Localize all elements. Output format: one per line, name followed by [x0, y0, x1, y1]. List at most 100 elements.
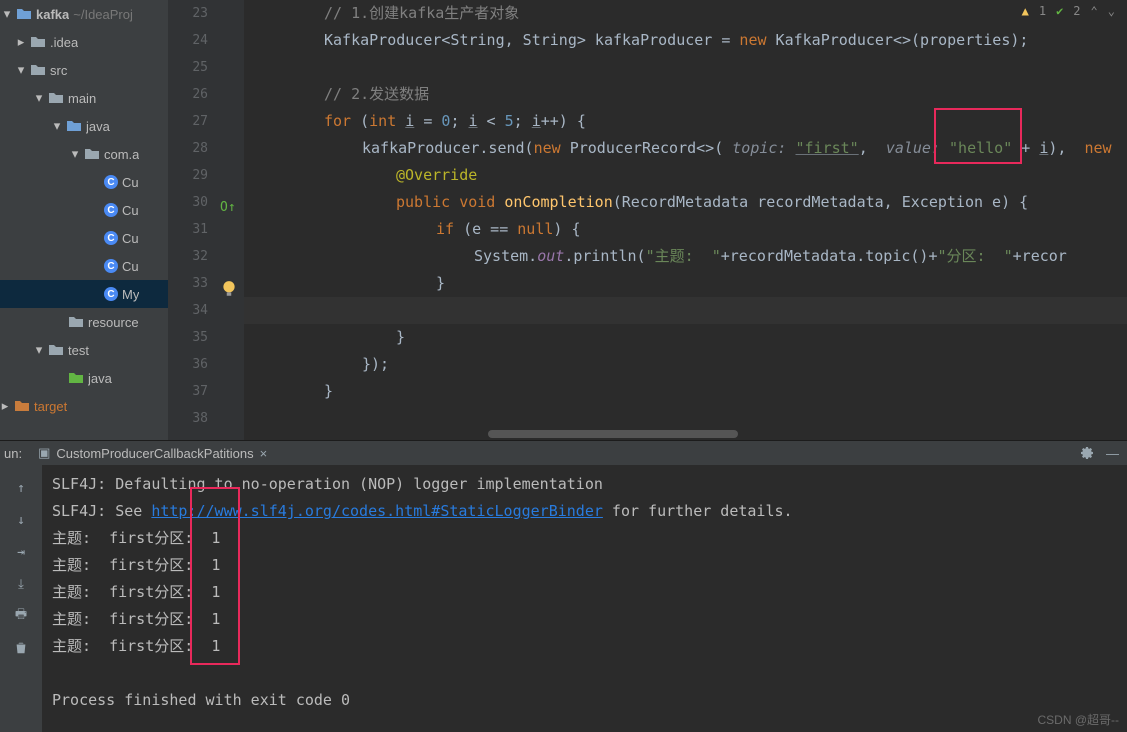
tree-item-label: resource — [88, 315, 139, 330]
tree-target[interactable]: ▸ target — [0, 392, 168, 420]
class-icon: C — [104, 231, 118, 245]
tree-test[interactable]: ▾ test — [0, 336, 168, 364]
chevron-down-icon: ▾ — [34, 90, 44, 106]
intention-bulb-icon[interactable] — [220, 280, 238, 298]
down-arrow-icon[interactable]: ↓ — [12, 511, 30, 529]
soft-wrap-icon[interactable]: ⇥ — [12, 543, 30, 561]
line-number: 28 — [168, 135, 208, 162]
tree-class-file[interactable]: C Cu — [0, 224, 168, 252]
code-comment: // 1.创建kafka生产者对象 — [244, 4, 519, 22]
tree-item-label: main — [68, 91, 96, 106]
line-number: 27 — [168, 108, 208, 135]
console-link[interactable]: http://www.slf4j.org/codes.html#StaticLo… — [151, 502, 603, 520]
minimize-icon[interactable]: — — [1106, 446, 1119, 461]
package-icon — [84, 146, 100, 162]
close-icon[interactable]: × — [260, 446, 268, 461]
line-number: 24 — [168, 27, 208, 54]
class-icon: C — [104, 259, 118, 273]
tree-class-file[interactable]: C Cu — [0, 196, 168, 224]
source-folder-icon — [66, 118, 82, 134]
tree-resources[interactable]: resource — [0, 308, 168, 336]
tree-java-src[interactable]: ▾ java — [0, 112, 168, 140]
tree-item-label: Cu — [122, 203, 139, 218]
console-line: SLF4J: See http://www.slf4j.org/codes.ht… — [52, 498, 1117, 525]
line-number: 36 — [168, 351, 208, 378]
trash-icon[interactable] — [12, 639, 30, 657]
folder-icon — [48, 342, 64, 358]
tree-item-label: Cu — [122, 175, 139, 190]
tree-class-file[interactable]: C Cu — [0, 252, 168, 280]
print-icon[interactable]: 🖶 — [12, 607, 30, 625]
tree-class-file-selected[interactable]: C My — [0, 280, 168, 308]
tree-src[interactable]: ▾ src — [0, 56, 168, 84]
line-number-gutter[interactable]: 23 24 25 26 27 28 29 30 31 32 33 34 35 3… — [168, 0, 216, 440]
class-icon: C — [104, 287, 118, 301]
tree-item-label: target — [34, 399, 67, 414]
run-tab[interactable]: ▣ CustomProducerCallbackPatitions × — [32, 445, 273, 461]
line-number: 23 — [168, 0, 208, 27]
chevron-down-icon: ▾ — [52, 118, 62, 134]
class-icon: C — [104, 175, 118, 189]
console-line: SLF4J: Defaulting to no-operation (NOP) … — [52, 471, 1117, 498]
line-number: 25 — [168, 54, 208, 81]
code-comment: // 2.发送数据 — [244, 85, 429, 103]
horizontal-scrollbar[interactable] — [488, 428, 1115, 440]
run-tool-window: un: ▣ CustomProducerCallbackPatitions × … — [0, 440, 1127, 732]
gutter-marks[interactable]: O↑ — [216, 0, 244, 440]
tool-window-header[interactable]: un: ▣ CustomProducerCallbackPatitions × … — [0, 441, 1127, 465]
class-icon: C — [104, 203, 118, 217]
line-number: 32 — [168, 243, 208, 270]
run-config-icon: ▣ — [38, 445, 50, 461]
tool-window-label: un: — [4, 446, 22, 461]
folder-icon — [30, 34, 46, 50]
console-line: 主题: first分区: 1 — [52, 633, 1117, 660]
console-output[interactable]: SLF4J: Defaulting to no-operation (NOP) … — [42, 465, 1127, 732]
console-line: 主题: first分区: 1 — [52, 579, 1117, 606]
tree-item-label: Cu — [122, 231, 139, 246]
line-number: 31 — [168, 216, 208, 243]
project-tree[interactable]: ▾ kafka ~/IdeaProj ▸ .idea ▾ src ▾ main — [0, 0, 168, 440]
chevron-down-icon: ▾ — [16, 62, 26, 78]
resources-folder-icon — [68, 314, 84, 330]
gear-icon[interactable] — [1078, 444, 1094, 463]
tree-test-java[interactable]: java — [0, 364, 168, 392]
chevron-right-icon: ▸ — [0, 398, 10, 414]
chevron-right-icon: ▸ — [16, 34, 26, 50]
chevron-down-icon: ▾ — [2, 6, 12, 22]
project-name: kafka — [36, 7, 69, 22]
line-number: 35 — [168, 324, 208, 351]
watermark: CSDN @超哥-- — [1037, 711, 1119, 728]
tree-item-label: com.a — [104, 147, 139, 162]
tree-item-label: .idea — [50, 35, 78, 50]
tree-main[interactable]: ▾ main — [0, 84, 168, 112]
chevron-down-icon: ▾ — [34, 342, 44, 358]
console-line: 主题: first分区: 1 — [52, 525, 1117, 552]
console-line: 主题: first分区: 1 — [52, 606, 1117, 633]
scrollbar-thumb[interactable] — [488, 430, 738, 438]
code-editor[interactable]: ▲ 1 ✔︎ 2 ⌃ ⌄ 23 24 25 26 27 28 29 30 31 — [168, 0, 1127, 440]
tree-item-label: java — [86, 119, 110, 134]
run-tab-name: CustomProducerCallbackPatitions — [56, 446, 253, 461]
scroll-to-end-icon[interactable]: ⤓ — [12, 575, 30, 593]
line-number: 38 — [168, 405, 208, 432]
tree-idea[interactable]: ▸ .idea — [0, 28, 168, 56]
tree-package[interactable]: ▾ com.a — [0, 140, 168, 168]
project-path: ~/IdeaProj — [73, 7, 133, 22]
folder-icon — [16, 6, 32, 22]
line-number: 30 — [168, 189, 208, 216]
override-marker-icon[interactable]: O↑ — [220, 200, 236, 215]
console-line: 主题: first分区: 1 — [52, 552, 1117, 579]
line-number: 26 — [168, 81, 208, 108]
tree-project-root[interactable]: ▾ kafka ~/IdeaProj — [0, 0, 168, 28]
excluded-folder-icon — [14, 398, 30, 414]
run-toolbar: ↑ ↓ ⇥ ⤓ 🖶 — [0, 465, 42, 732]
folder-icon — [30, 62, 46, 78]
up-arrow-icon[interactable]: ↑ — [12, 479, 30, 497]
console-exit-line: Process finished with exit code 0 — [52, 687, 1117, 714]
tree-item-label: Cu — [122, 259, 139, 274]
tree-item-label: src — [50, 63, 67, 78]
tree-class-file[interactable]: C Cu — [0, 168, 168, 196]
tree-item-label: java — [88, 371, 112, 386]
console-line — [52, 660, 1117, 687]
line-number: 33 — [168, 270, 208, 297]
